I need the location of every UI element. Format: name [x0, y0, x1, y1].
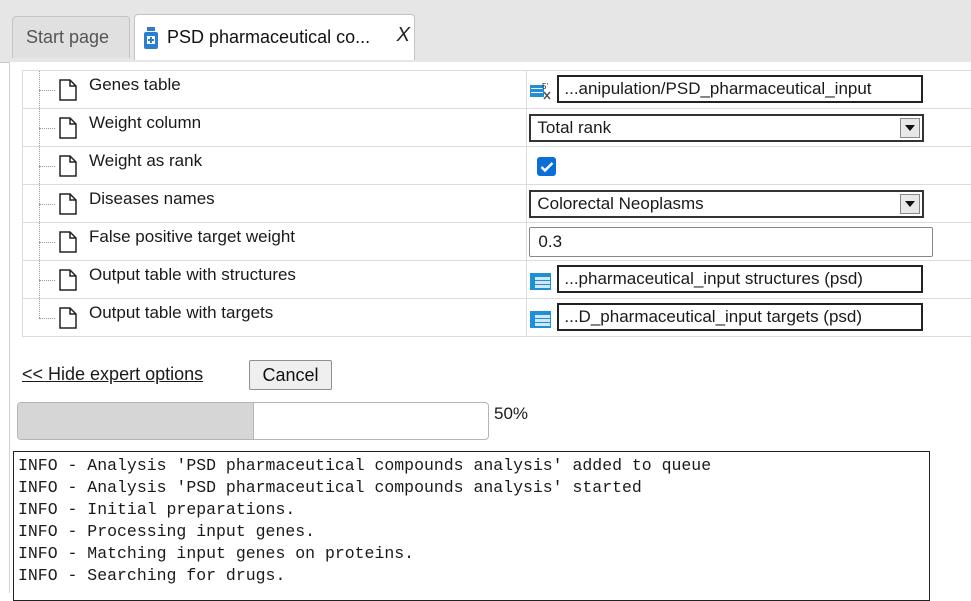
tab-label: PSD pharmaceutical co... — [167, 27, 370, 48]
log-line: INFO - Analysis 'PSD pharmaceutical comp… — [18, 455, 925, 477]
document-icon — [59, 155, 77, 177]
selected-value: Colorectal Neoplasms — [537, 194, 703, 214]
property-row-weight-as-rank: Weight as rank — [23, 147, 971, 185]
tree-connector — [35, 109, 55, 146]
checkmark-icon — [540, 161, 554, 173]
property-row-output-structures: Output table with structures ...pharmace… — [23, 261, 971, 299]
tab-psd-analysis[interactable]: PSD pharmaceutical co... X — [134, 14, 415, 60]
property-label: False positive target weight — [89, 227, 295, 247]
output-targets-field[interactable]: ...D_pharmaceutical_input targets (psd) — [557, 303, 923, 331]
tree-connector — [35, 261, 55, 298]
log-output[interactable]: INFO - Analysis 'PSD pharmaceutical comp… — [13, 451, 930, 601]
table-icon[interactable] — [530, 309, 552, 329]
document-icon — [59, 307, 77, 329]
log-line: INFO - Matching input genes on proteins. — [18, 543, 925, 565]
property-label: Output table with targets — [89, 303, 273, 323]
log-line: INFO - Initial preparations. — [18, 499, 925, 521]
bottle-icon — [143, 27, 159, 49]
document-icon — [59, 269, 77, 291]
false-positive-weight-input[interactable]: 0.3 — [529, 227, 933, 257]
property-label: Weight as rank — [89, 151, 202, 171]
diseases-names-select[interactable]: Colorectal Neoplasms — [529, 190, 924, 218]
progress-fill — [18, 403, 254, 439]
dropdown-arrow-icon[interactable] — [900, 194, 920, 214]
property-label: Output table with structures — [89, 265, 296, 285]
log-line: INFO - Analysis 'PSD pharmaceutical comp… — [18, 477, 925, 499]
tree-connector — [35, 299, 55, 336]
progress-percent: 50% — [494, 404, 528, 424]
table-icon[interactable] — [530, 271, 552, 291]
progress-bar — [17, 402, 489, 440]
property-label: Diseases names — [89, 189, 215, 209]
property-label: Genes table — [89, 75, 181, 95]
output-structures-field[interactable]: ...pharmaceutical_input structures (psd) — [557, 265, 923, 293]
tab-start-page[interactable]: Start page — [12, 16, 130, 58]
property-row-false-positive-weight: False positive target weight 0.3 — [23, 223, 971, 261]
tab-label: Start page — [26, 27, 109, 48]
property-row-genes-table: Genes table 5' ...anipulation/PSD_pharma… — [23, 71, 971, 109]
tree-connector — [35, 223, 55, 260]
close-tab-button[interactable]: X — [397, 24, 410, 47]
document-icon — [59, 193, 77, 215]
property-label: Weight column — [89, 113, 201, 133]
dropdown-arrow-icon[interactable] — [900, 118, 920, 138]
genes-table-field[interactable]: ...anipulation/PSD_pharmaceutical_input — [557, 75, 923, 103]
weight-column-select[interactable]: Total rank — [529, 114, 924, 142]
gene-table-icon[interactable]: 5' — [530, 81, 552, 101]
document-icon — [59, 117, 77, 139]
log-line: INFO - Processing input genes. — [18, 521, 925, 543]
properties-table: Genes table 5' ...anipulation/PSD_pharma… — [22, 70, 971, 337]
property-row-weight-column: Weight column Total rank — [23, 109, 971, 147]
document-icon — [59, 79, 77, 101]
weight-as-rank-checkbox[interactable] — [537, 157, 556, 176]
analysis-panel: Genes table 5' ...anipulation/PSD_pharma… — [9, 62, 971, 593]
document-icon — [59, 231, 77, 253]
tree-connector — [35, 71, 55, 108]
property-row-output-targets: Output table with targets ...D_pharmaceu… — [23, 299, 971, 337]
cancel-button[interactable]: Cancel — [249, 360, 332, 390]
log-line: INFO - Searching for drugs. — [18, 565, 925, 587]
tree-connector — [35, 185, 55, 222]
hide-expert-options-link[interactable]: << Hide expert options — [22, 364, 203, 385]
svg-text:5': 5' — [542, 82, 548, 91]
selected-value: Total rank — [537, 118, 611, 138]
tree-connector — [35, 147, 55, 184]
tab-bar: Start page PSD pharmaceutical co... X — [0, 0, 971, 63]
property-row-diseases-names: Diseases names Colorectal Neoplasms — [23, 185, 971, 223]
